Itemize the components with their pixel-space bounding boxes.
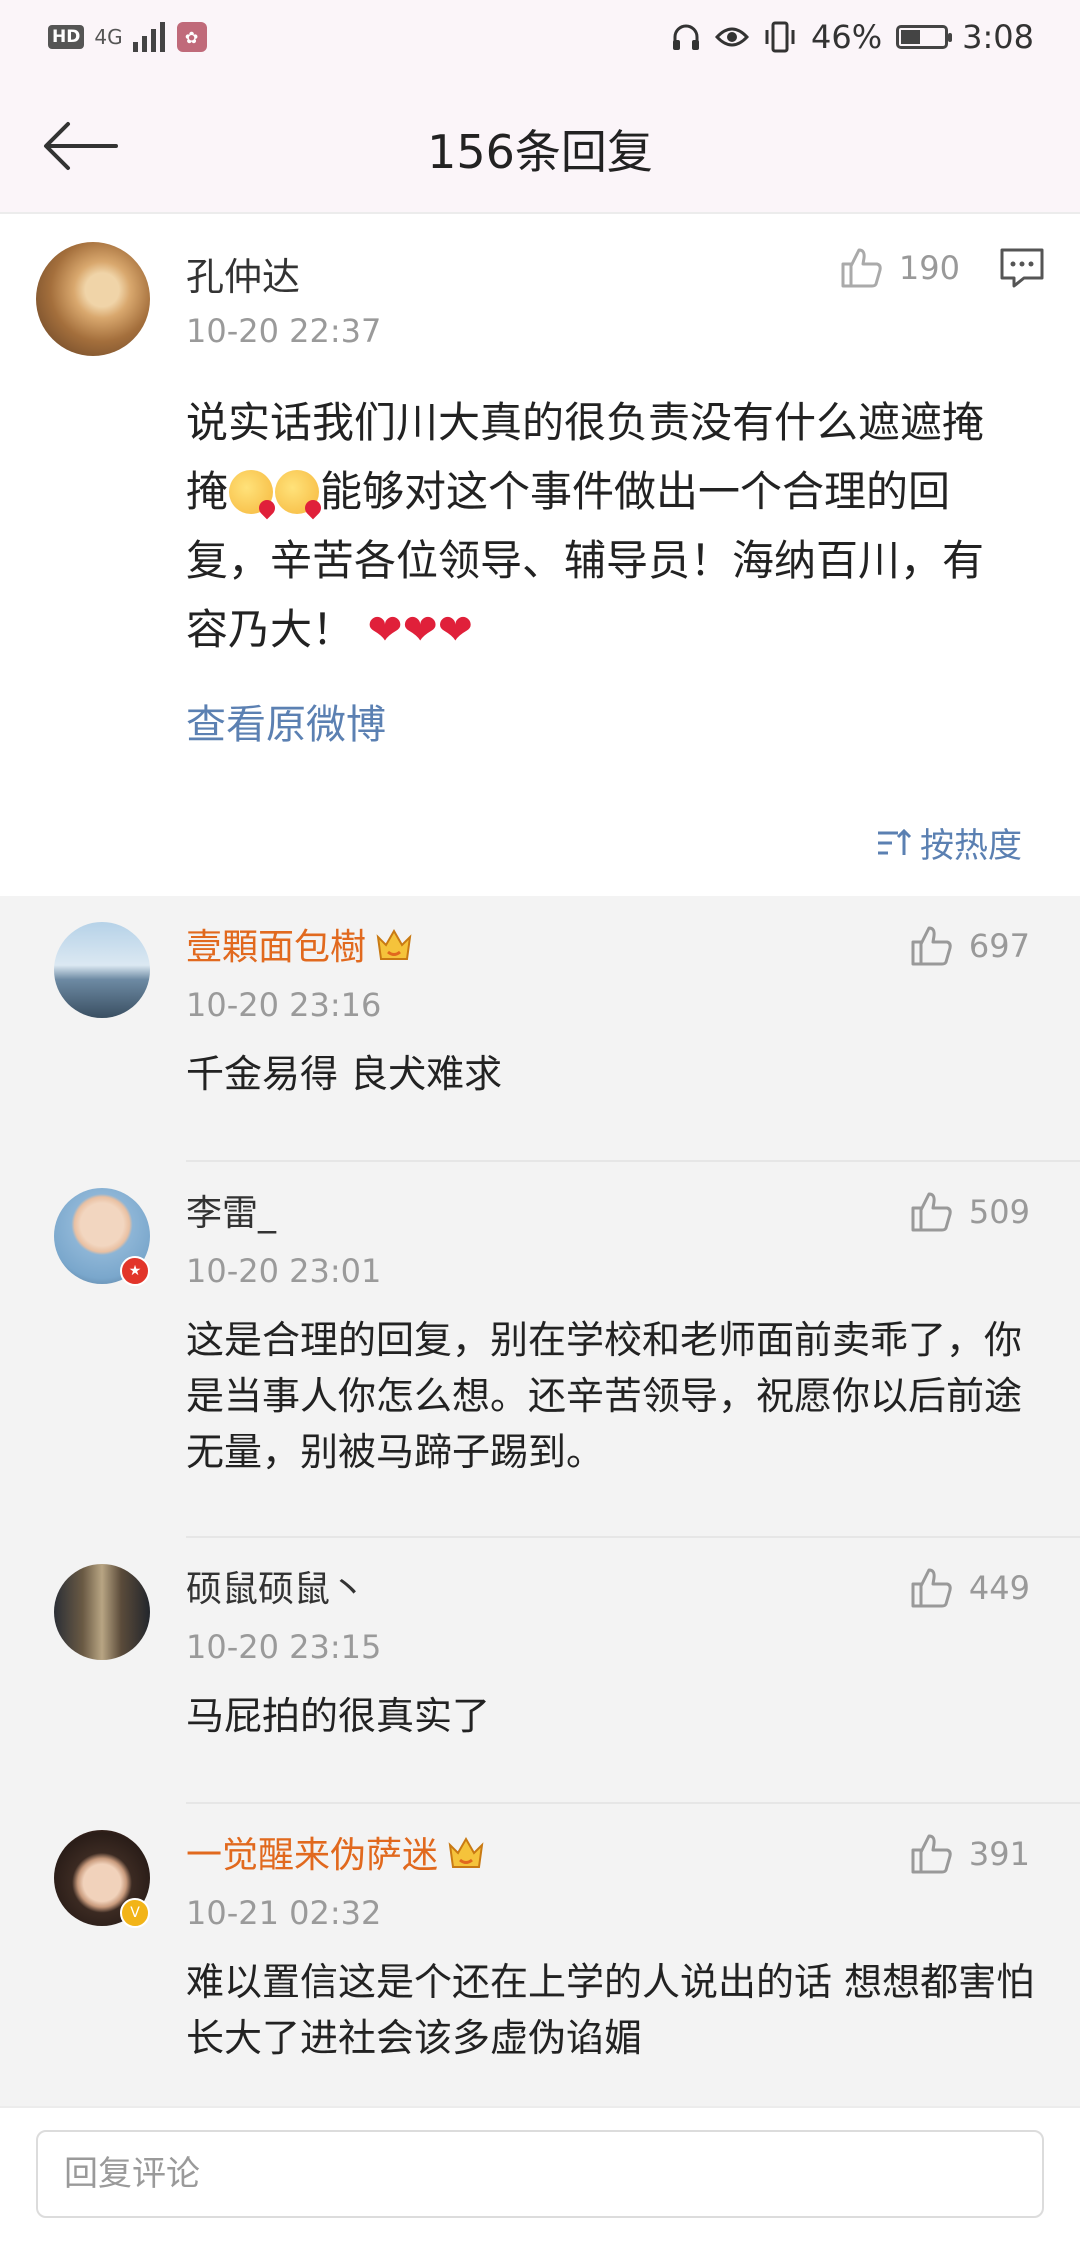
eye-icon	[715, 27, 750, 47]
comment-list: 壹顆面包樹 10-20 23:16 697 千金易得 良犬难求 ★ 李雷_ 10…	[0, 896, 1080, 2106]
thumbs-up-icon	[911, 1834, 952, 1874]
thumbs-up-icon	[911, 926, 952, 966]
vip-crown-icon	[448, 1836, 484, 1868]
verified-badge-icon: ★	[120, 1256, 150, 1286]
comment-text: 这是合理的回复，别在学校和老师面前卖乖了，你是当事人你怎么想。还辛苦领导，祝愿你…	[186, 1318, 1023, 1474]
reply-input[interactable]: 回复评论	[36, 2130, 1044, 2218]
signal-icon	[132, 22, 165, 52]
comment-text: 千金易得 良犬难求	[186, 1052, 503, 1096]
comment-time: 10-20 23:01	[186, 1252, 382, 1290]
thumbs-up-icon	[841, 248, 882, 288]
vip-crown-icon	[376, 928, 412, 960]
comment-button[interactable]	[998, 246, 1046, 294]
main-post: 孔仲达 10-20 22:37 190 说实话我们川大真的很负责没有什么遮遮掩掩…	[0, 214, 1080, 896]
comment-author[interactable]: 壹顆面包樹	[186, 918, 414, 970]
comment-like-count: 391	[968, 1835, 1030, 1873]
comment-like-button[interactable]: 449	[907, 1564, 1030, 1612]
comment-item: 壹顆面包樹 10-20 23:16 697 千金易得 良犬难求	[0, 896, 1080, 1162]
comment-icon	[1000, 248, 1044, 288]
reply-bar: 回复评论	[0, 2106, 1080, 2242]
comment-author[interactable]: 一觉醒来伪萨迷	[186, 1826, 486, 1878]
vibrate-icon	[765, 21, 795, 53]
comment-item: ★ 李雷_ 10-20 23:01 509 这是合理的回复，别在学校和老师面前卖…	[0, 1162, 1080, 1538]
sort-button[interactable]: 按热度	[876, 818, 1022, 867]
battery-icon	[896, 25, 953, 49]
battery-percent: 46%	[811, 18, 883, 56]
post-author[interactable]: 孔仲达	[186, 246, 300, 301]
avatar[interactable]	[54, 922, 150, 1018]
comment-like-button[interactable]: 391	[907, 1830, 1030, 1878]
headphone-icon	[673, 24, 700, 50]
comment-item: 硕鼠硕鼠丶 10-20 23:15 449 马屁拍的很真实了	[0, 1538, 1080, 1804]
post-text: 说实话我们川大真的很负责没有什么遮遮掩掩 能够对这个事件做出一个合理的回复，辛苦各…	[186, 388, 1016, 664]
sort-label: 按热度	[920, 826, 1022, 866]
comment-like-count: 697	[968, 927, 1030, 965]
status-left: HD 4G ✿	[48, 22, 207, 52]
blush-emoji-icon	[229, 470, 274, 514]
post-like-button[interactable]: 190	[837, 244, 960, 292]
comment-author[interactable]: 硕鼠硕鼠丶	[186, 1560, 366, 1612]
post-like-count: 190	[898, 249, 960, 287]
hd-indicator: HD	[48, 25, 85, 49]
sort-icon	[878, 828, 912, 855]
post-time: 10-20 22:37	[186, 312, 382, 350]
view-original-link[interactable]: 查看原微博	[186, 692, 386, 750]
network-label: 4G	[94, 25, 123, 49]
avatar[interactable]	[36, 242, 150, 356]
comment-like-count: 509	[968, 1193, 1030, 1231]
comment-like-button[interactable]: 509	[907, 1188, 1030, 1236]
status-right: 46% 3:08	[671, 18, 1034, 56]
status-bar: HD 4G ✿ 46% 3:08	[0, 0, 1080, 80]
avatar[interactable]	[54, 1564, 150, 1660]
comment-like-button[interactable]: 697	[907, 922, 1030, 970]
comment-author[interactable]: 李雷_	[186, 1184, 276, 1236]
heart-emoji-icon: ❤❤❤	[367, 605, 473, 654]
comment-text: 马屁拍的很真实了	[186, 1694, 491, 1738]
clock: 3:08	[962, 18, 1034, 56]
blush-emoji-icon	[275, 470, 320, 514]
app-notification-icon: ✿	[176, 22, 207, 52]
comment-time: 10-20 23:16	[186, 986, 382, 1024]
comment-time: 10-21 02:32	[186, 1894, 382, 1932]
top-nav: 156条回复	[0, 80, 1080, 214]
thumbs-up-icon	[911, 1192, 952, 1232]
comment-text: 难以置信这是个还在上学的人说出的话 想想都害怕 长大了进社会该多虚伪谄媚	[186, 1960, 1035, 2060]
comment-time: 10-20 23:15	[186, 1628, 382, 1666]
page-title: 156条回复	[427, 125, 653, 179]
verified-badge-icon: V	[120, 1898, 150, 1928]
comment-item: V 一觉醒来伪萨迷 10-21 02:32 391 难以置信这是个还在上学的人说…	[0, 1804, 1080, 2106]
comment-like-count: 449	[968, 1569, 1030, 1607]
thumbs-up-icon	[911, 1568, 952, 1608]
